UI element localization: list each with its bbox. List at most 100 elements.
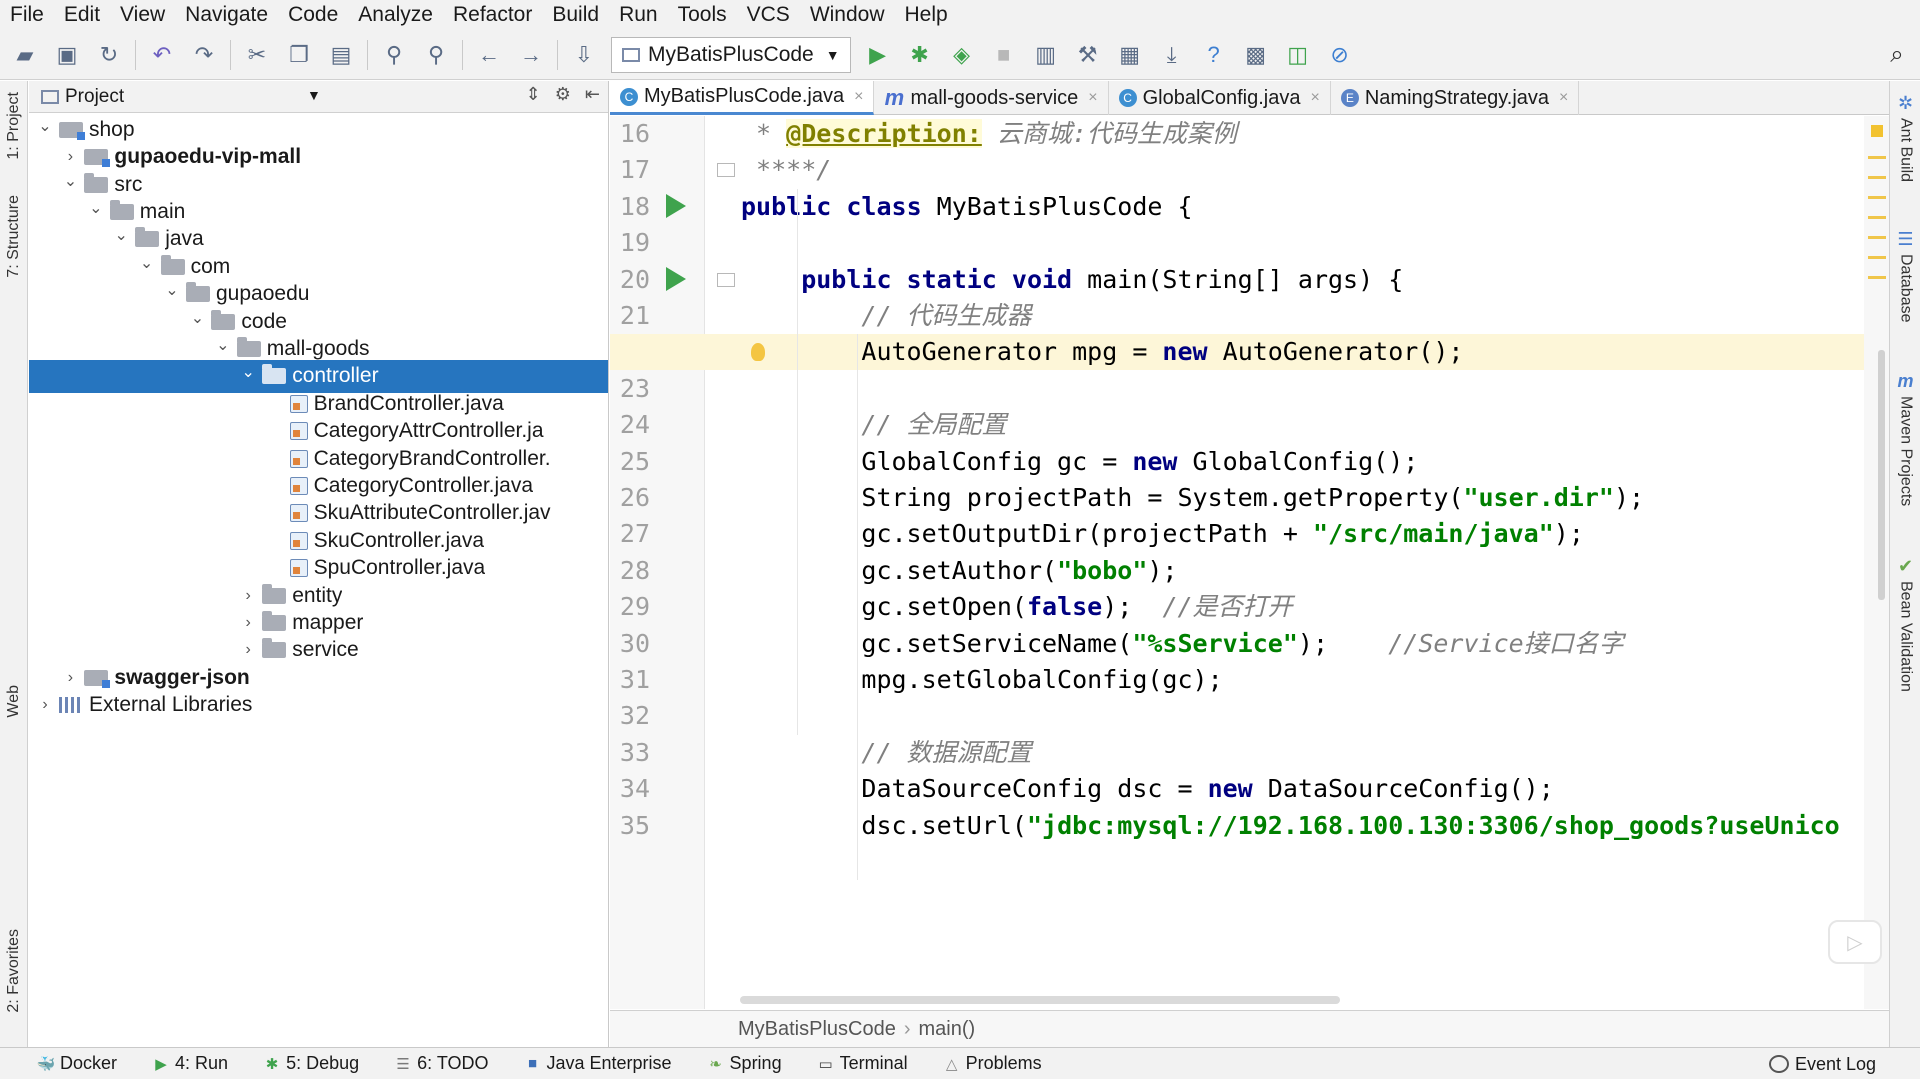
menu-code[interactable]: Code [278,0,348,30]
warning-mark[interactable] [1868,196,1886,199]
replace-icon[interactable]: ⚲ [417,36,455,74]
code-line[interactable]: String projectPath = System.getProperty(… [610,480,1889,516]
tool-tab-favorites[interactable]: 2: Favorites [0,921,28,1021]
tab-mybatispluscode-java[interactable]: C MyBatisPlusCode.java × [610,81,875,115]
menu-build[interactable]: Build [542,0,609,30]
warning-mark[interactable] [1868,176,1886,179]
code-line[interactable]: GlobalConfig gc = new GlobalConfig(); [610,444,1889,480]
tool-window-terminal[interactable]: ▭ Terminal [818,1053,907,1074]
power-save-icon[interactable]: ⊘ [1321,36,1359,74]
tool-tab-web[interactable]: Web [0,671,28,731]
close-icon[interactable]: × [854,88,863,106]
menu-view[interactable]: View [110,0,175,30]
chevron-right-icon[interactable]: › [238,641,258,659]
menu-file[interactable]: File [0,0,54,30]
chevron-right-icon[interactable]: › [60,669,80,687]
lightbulb-icon[interactable] [751,343,765,362]
code-line[interactable]: public static void main(String[] args) { [610,262,1889,298]
play-icon[interactable]: ▷ [1828,920,1882,964]
fold-end-icon[interactable] [717,163,735,178]
code-line[interactable]: // 全局配置 [610,407,1889,443]
code-line[interactable]: gc.setServiceName("%sService"); //Servic… [610,626,1889,662]
open-folder-icon[interactable]: ▰ [6,36,44,74]
help-icon[interactable]: ? [1195,36,1233,74]
code-editor[interactable]: 1617181920212223242526272829303132333435… [610,116,1889,1009]
menu-help[interactable]: Help [895,0,958,30]
chevron-down-icon[interactable]: ▼ [307,87,321,103]
tool-tab-bean-validation[interactable]: ✔ Bean Validation [1890,556,1920,692]
project-structure-icon[interactable]: ⚒ [1069,36,1107,74]
redo-icon[interactable]: ↷ [185,36,223,74]
attach-icon[interactable]: ▥ [1027,36,1065,74]
warning-mark[interactable] [1868,156,1886,159]
chevron-right-icon[interactable]: › [238,614,258,632]
code-line[interactable]: mpg.setGlobalConfig(gc); [610,662,1889,698]
tab-globalconfig-java[interactable]: C GlobalConfig.java × [1109,81,1331,115]
close-icon[interactable]: × [1088,89,1097,107]
run-configuration-dropdown[interactable]: MyBatisPlusCode ▼ [611,36,851,73]
search-icon[interactable]: ⌕ [1878,36,1916,74]
menu-refactor[interactable]: Refactor [443,0,542,30]
tool-window-5-debug[interactable]: ✱ 5: Debug [264,1053,359,1074]
warning-mark[interactable] [1868,236,1886,239]
chevron-down-icon[interactable]: ⌄ [137,253,157,273]
tool-window-4-run[interactable]: ▶ 4: Run [153,1053,228,1074]
tool-window-docker[interactable]: 🐳 Docker [37,1053,117,1074]
tab-mall-goods-service[interactable]: m mall-goods-service × [874,81,1109,115]
cut-icon[interactable]: ✂ [238,36,276,74]
code-line[interactable]: gc.setOutputDir(projectPath + "/src/main… [610,516,1889,552]
copy-icon[interactable]: ❐ [280,36,318,74]
code-line[interactable]: AutoGenerator mpg = new AutoGenerator(); [610,334,1889,371]
undo-icon[interactable]: ↶ [143,36,181,74]
vcs-update-icon[interactable]: ⤓ [1153,36,1191,74]
tool-window-problems[interactable]: △ Problems [944,1053,1042,1074]
tool-window-spring[interactable]: ❧ Spring [708,1053,781,1074]
chevron-down-icon[interactable]: ⌄ [213,335,233,355]
tool-tab-maven-projects[interactable]: m Maven Projects [1890,371,1920,506]
find-icon[interactable]: ⚲ [375,36,413,74]
breadcrumb-method[interactable]: main() [919,1018,976,1041]
back-icon[interactable]: ← [470,36,508,74]
event-log-button[interactable]: Event Log [1768,1048,1876,1079]
horizontal-scrollbar[interactable] [740,996,1340,1004]
collapse-all-icon[interactable]: ⇕ [526,84,541,105]
menu-analyze[interactable]: Analyze [348,0,443,30]
code-line[interactable]: DataSourceConfig dsc = new DataSourceCon… [610,771,1889,807]
tool-tab-database[interactable]: ☰ Database [1890,229,1920,323]
code-line[interactable]: public class MyBatisPlusCode { [610,189,1889,225]
chevron-right-icon[interactable]: › [60,148,80,166]
tab-namingstrategy-java[interactable]: E NamingStrategy.java × [1331,81,1580,115]
menu-run[interactable]: Run [609,0,668,30]
menu-tools[interactable]: Tools [668,0,737,30]
close-icon[interactable]: × [1559,89,1568,107]
menu-vcs[interactable]: VCS [737,0,800,30]
chevron-down-icon[interactable]: ⌄ [86,198,106,218]
menu-window[interactable]: Window [800,0,895,30]
code-line[interactable]: * @Description: 云商城:代码生成案例 [610,116,1889,152]
chevron-right-icon[interactable]: › [35,696,55,714]
inspection-status-icon[interactable] [1871,125,1883,137]
tool-tab-ant-build[interactable]: ✲ Ant Build [1890,93,1920,182]
gear-icon[interactable]: ⚙ [555,84,571,105]
sync-icon[interactable]: ↻ [90,36,128,74]
chevron-down-icon[interactable]: ⌄ [162,280,182,300]
breadcrumb-class[interactable]: MyBatisPlusCode [738,1018,896,1041]
paste-icon[interactable]: ▤ [322,36,360,74]
code-line[interactable]: dsc.setUrl("jdbc:mysql://192.168.100.130… [610,808,1889,844]
code-line[interactable]: gc.setAuthor("bobo"); [610,553,1889,589]
docker-icon[interactable]: ▩ [1237,36,1275,74]
monitor-icon[interactable]: ◫ [1279,36,1317,74]
tool-tab-structure[interactable]: 7: Structure [0,186,28,286]
warning-mark[interactable] [1868,216,1886,219]
code-line[interactable] [610,225,1889,261]
hide-panel-icon[interactable]: ⇤ [585,84,600,105]
tool-tab-project[interactable]: 1: Project [0,81,28,171]
forward-icon[interactable]: → [512,36,550,74]
chevron-down-icon[interactable]: ⌄ [238,362,258,382]
chevron-down-icon[interactable]: ⌄ [35,116,55,136]
chevron-down-icon[interactable]: ⌄ [111,225,131,245]
code-line[interactable] [610,698,1889,734]
close-icon[interactable]: × [1311,89,1320,107]
stop-icon[interactable]: ■ [985,36,1023,74]
fold-icon[interactable] [717,272,735,287]
